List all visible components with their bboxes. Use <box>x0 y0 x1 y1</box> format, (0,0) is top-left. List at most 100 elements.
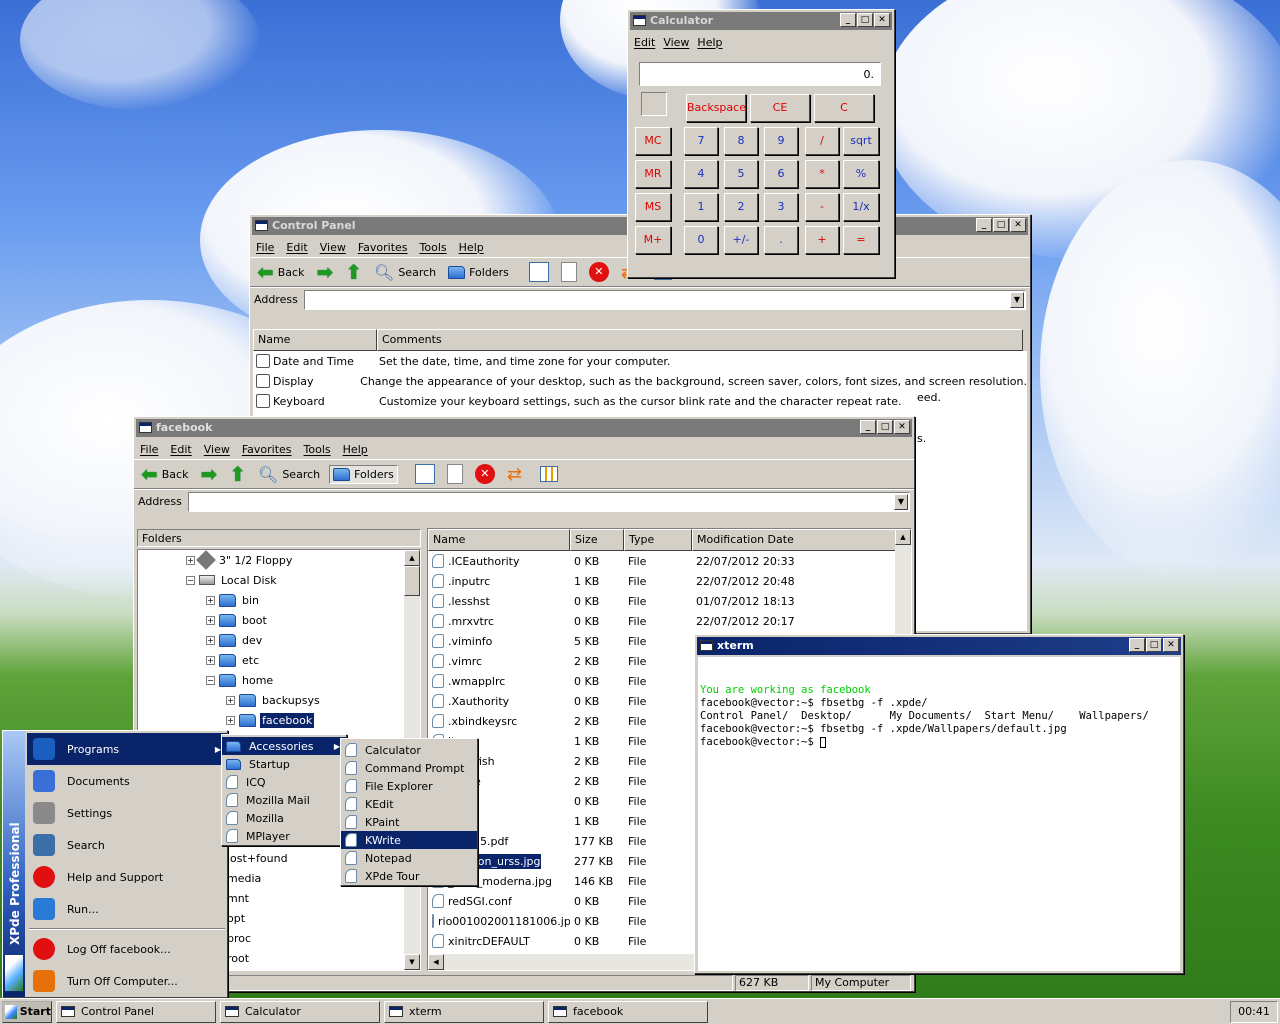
scroll-thumb[interactable] <box>404 566 420 596</box>
task-calculator[interactable]: Calculator <box>220 1000 380 1023</box>
calc-plus-button[interactable]: + <box>805 226 839 254</box>
expand-icon[interactable]: + <box>206 655 215 665</box>
minimize-button[interactable]: _ <box>860 420 876 434</box>
delete-button[interactable]: ✕ <box>472 462 498 486</box>
list-item[interactable]: Date and Time Set the date, time, and tim… <box>253 351 1027 371</box>
menu-item-command-prompt[interactable]: Command Prompt <box>341 759 477 777</box>
menu-help[interactable]: Help <box>343 443 368 456</box>
calculator-window[interactable]: Calculator _ □ ✕ Edit View Help 0. Backspa… <box>627 9 895 278</box>
scroll-left-icon[interactable]: ◀ <box>428 954 444 970</box>
calc-minus-button[interactable]: - <box>805 193 839 221</box>
maximize-button[interactable]: □ <box>1146 638 1162 652</box>
menu-favorites[interactable]: Favorites <box>242 443 292 456</box>
terminal[interactable]: You are working as facebook facebook@vect… <box>698 657 1180 971</box>
minimize-button[interactable]: _ <box>976 218 992 232</box>
table-row[interactable]: .ICEauthority 0 KB File 22/07/2012 20:33 <box>428 551 911 571</box>
tree-item[interactable]: + backupsys <box>138 690 420 710</box>
calc-sign-button[interactable]: +/- <box>724 226 758 254</box>
calc-8-button[interactable]: 8 <box>724 127 758 155</box>
list-item[interactable]: Display Change the appearance of your des… <box>253 371 1027 391</box>
delete-button[interactable]: ✕ <box>586 260 612 284</box>
close-button[interactable]: ✕ <box>874 13 890 27</box>
calc-decimal-button[interactable]: . <box>764 226 798 254</box>
maximize-button[interactable]: □ <box>993 218 1009 232</box>
tree-item[interactable]: +3" 1/2 Floppy <box>138 550 420 570</box>
start-menu-item-turn-off[interactable]: Turn Off Computer... <box>27 965 227 997</box>
menu-item-calculator[interactable]: Calculator <box>341 741 477 759</box>
search-button[interactable]: 🔍︎ Search <box>371 261 439 284</box>
calc-mr-button[interactable]: MR <box>635 160 671 188</box>
menu-view[interactable]: View <box>204 443 230 456</box>
start-menu-item-documents[interactable]: Documents <box>27 765 227 797</box>
address-input[interactable]: ▼ <box>303 289 1026 310</box>
calc-0-button[interactable]: 0 <box>684 226 718 254</box>
menu-item-mozilla-mail[interactable]: Mozilla Mail <box>222 791 346 809</box>
folders-button[interactable]: Folders <box>329 464 398 484</box>
menu-item-mozilla[interactable]: Mozilla <box>222 809 346 827</box>
menu-item-kedit[interactable]: KEdit <box>341 795 477 813</box>
maximize-button[interactable]: □ <box>857 13 873 27</box>
forward-button[interactable]: ➡ <box>197 462 220 486</box>
scroll-down-icon[interactable]: ▼ <box>404 954 420 970</box>
menu-item-xpde-tour[interactable]: XPde Tour <box>341 867 477 885</box>
expand-icon[interactable]: + <box>226 715 235 725</box>
start-menu-item-log-off[interactable]: Log Off facebook... <box>27 933 227 965</box>
list-item[interactable]: Keyboard Customize your keyboard settings… <box>253 391 1027 411</box>
menu-edit[interactable]: Edit <box>286 241 307 254</box>
calc-sqrt-button[interactable]: sqrt <box>843 127 879 155</box>
menu-edit[interactable]: Edit <box>634 36 655 49</box>
menu-help[interactable]: Help <box>459 241 484 254</box>
table-row[interactable]: .lesshst 0 KB File 01/07/2012 18:13 <box>428 591 911 611</box>
up-button[interactable]: ⬆ <box>226 462 249 486</box>
menu-view[interactable]: View <box>663 36 689 49</box>
calc-backspace-button[interactable]: Backspace <box>686 94 746 122</box>
tree-item[interactable]: + bin <box>138 590 420 610</box>
calc-ce-button[interactable]: CE <box>750 94 810 122</box>
minimize-button[interactable]: _ <box>1129 638 1145 652</box>
calc-4-button[interactable]: 4 <box>684 160 718 188</box>
column-modification-date[interactable]: Modification Date <box>692 529 896 551</box>
address-dropdown-icon[interactable]: ▼ <box>1010 291 1024 308</box>
back-button[interactable]: ⬅ Back <box>138 462 191 486</box>
calc-percent-button[interactable]: % <box>843 160 879 188</box>
move-to-button[interactable] <box>412 462 438 486</box>
calc-5-button[interactable]: 5 <box>724 160 758 188</box>
tree-item[interactable]: + etc <box>138 650 420 670</box>
menu-item-notepad[interactable]: Notepad <box>341 849 477 867</box>
expand-icon[interactable]: + <box>206 595 215 605</box>
expand-icon[interactable]: + <box>206 635 215 645</box>
column-name[interactable]: Name <box>253 329 377 351</box>
scroll-up-icon[interactable]: ▲ <box>404 550 420 566</box>
search-button[interactable]: 🔍︎ Search <box>255 463 323 486</box>
calc-9-button[interactable]: 9 <box>764 127 798 155</box>
menu-view[interactable]: View <box>320 241 346 254</box>
expand-icon[interactable]: − <box>186 575 195 585</box>
tree-item[interactable]: + dev <box>138 630 420 650</box>
expand-icon[interactable]: + <box>186 555 195 565</box>
calc-equals-button[interactable]: = <box>843 226 879 254</box>
task-facebook[interactable]: facebook <box>548 1000 708 1023</box>
menu-help[interactable]: Help <box>697 36 722 49</box>
start-menu-item-run[interactable]: Run... <box>27 893 227 925</box>
calculator-titlebar[interactable]: Calculator _ □ ✕ <box>630 12 892 30</box>
expand-icon[interactable]: − <box>206 675 215 685</box>
calc-ms-button[interactable]: MS <box>635 193 671 221</box>
menu-item-kwrite[interactable]: KWrite <box>341 831 477 849</box>
calc-c-button[interactable]: C <box>814 94 874 122</box>
menu-favorites[interactable]: Favorites <box>358 241 408 254</box>
expand-icon[interactable]: + <box>226 695 235 705</box>
menu-tools[interactable]: Tools <box>304 443 331 456</box>
menu-item-mplayer[interactable]: MPlayer <box>222 827 346 845</box>
menu-item-icq[interactable]: ICQ <box>222 773 346 791</box>
tree-item[interactable]: − home <box>138 670 420 690</box>
start-button[interactable]: Start <box>2 1000 52 1023</box>
menu-tools[interactable]: Tools <box>420 241 447 254</box>
start-menu-item-settings[interactable]: Settings <box>27 797 227 829</box>
table-row[interactable]: .inputrc 1 KB File 22/07/2012 20:48 <box>428 571 911 591</box>
close-button[interactable]: ✕ <box>1163 638 1179 652</box>
menu-item-kpaint[interactable]: KPaint <box>341 813 477 831</box>
maximize-button[interactable]: □ <box>877 420 893 434</box>
calc-divide-button[interactable]: / <box>805 127 839 155</box>
calc-3-button[interactable]: 3 <box>764 193 798 221</box>
calc-reciprocal-button[interactable]: 1/x <box>843 193 879 221</box>
